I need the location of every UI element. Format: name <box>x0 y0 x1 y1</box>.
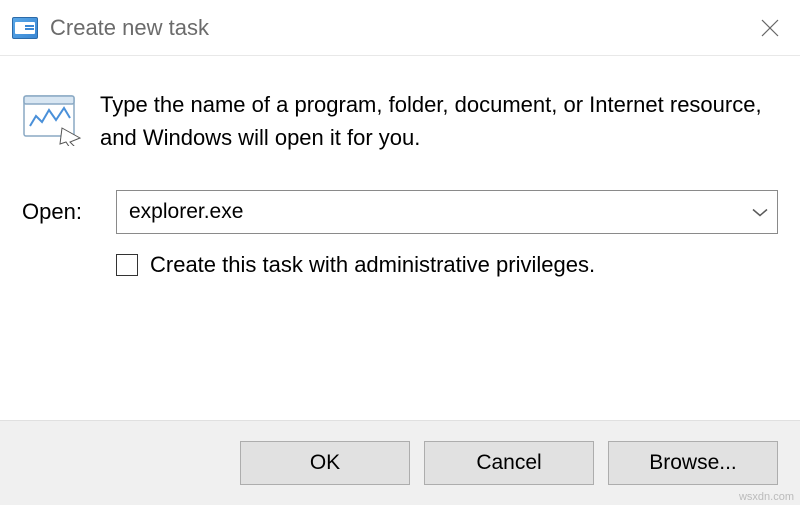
titlebar: Create new task <box>0 0 800 56</box>
window-title: Create new task <box>50 15 209 41</box>
watermark: wsxdn.com <box>739 491 794 503</box>
info-text: Type the name of a program, folder, docu… <box>100 86 778 154</box>
run-dialog-icon <box>12 17 38 39</box>
close-button[interactable] <box>758 16 782 40</box>
run-program-icon <box>22 90 82 146</box>
cancel-button[interactable]: Cancel <box>424 441 594 485</box>
open-input[interactable] <box>116 190 778 234</box>
close-icon <box>761 19 779 37</box>
button-bar: OK Cancel Browse... <box>0 420 800 505</box>
open-label: Open: <box>22 199 98 225</box>
admin-checkbox-label[interactable]: Create this task with administrative pri… <box>150 252 595 278</box>
admin-checkbox-row: Create this task with administrative pri… <box>116 252 778 278</box>
admin-checkbox[interactable] <box>116 254 138 276</box>
browse-button[interactable]: Browse... <box>608 441 778 485</box>
dialog-content: Type the name of a program, folder, docu… <box>0 56 800 420</box>
ok-button[interactable]: OK <box>240 441 410 485</box>
open-row: Open: <box>22 190 778 234</box>
info-row: Type the name of a program, folder, docu… <box>22 86 778 154</box>
open-combo <box>116 190 778 234</box>
create-task-dialog: Create new task Type the name of a progr… <box>0 0 800 505</box>
